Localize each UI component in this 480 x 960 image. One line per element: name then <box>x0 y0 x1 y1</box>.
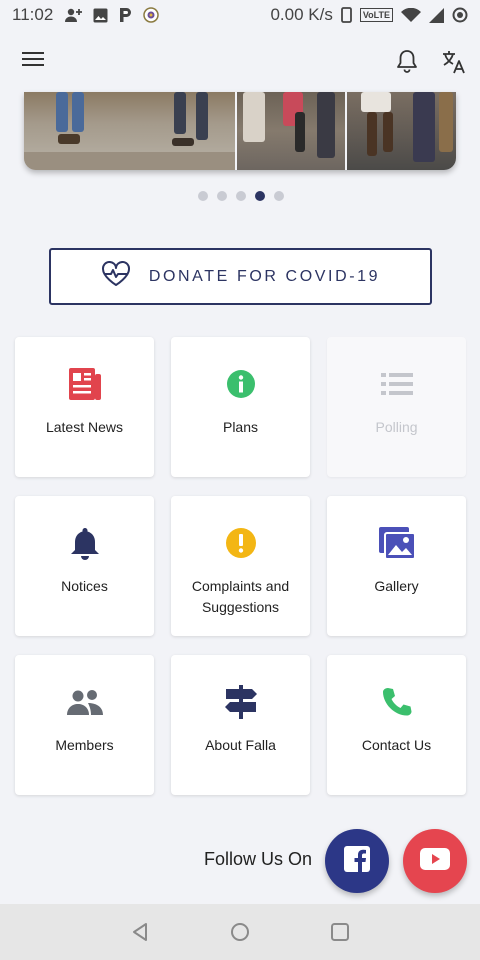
tile-notices[interactable]: Notices <box>15 496 154 636</box>
app-bar <box>0 40 480 84</box>
system-nav-bar <box>0 904 480 960</box>
bell-icon[interactable] <box>395 48 419 74</box>
tile-latest-news[interactable]: Latest News <box>15 337 154 477</box>
youtube-icon <box>420 847 450 875</box>
banner-photo-1 <box>24 92 236 170</box>
tile-label: Gallery <box>374 578 419 594</box>
wifi-icon <box>401 7 421 23</box>
tile-label: Contact Us <box>361 737 432 753</box>
tile-label: Plans <box>222 419 259 435</box>
donate-button[interactable]: DONATE FOR COVID-19 <box>49 248 432 305</box>
youtube-button[interactable] <box>403 829 467 893</box>
status-bar: 11:02 0.00 K/s VoLTE <box>0 0 480 30</box>
donate-label: DONATE FOR COVID-19 <box>148 267 381 285</box>
tile-about-falla[interactable]: About Falla <box>171 655 310 795</box>
tile-polling[interactable]: Polling <box>327 337 466 477</box>
home-icon[interactable] <box>229 921 251 943</box>
tile-gallery[interactable]: Gallery <box>327 496 466 636</box>
badge-icon <box>143 7 160 23</box>
people-icon <box>66 683 104 721</box>
heart-pulse-icon <box>101 261 131 292</box>
carousel-indicator <box>198 191 284 201</box>
image-icon <box>93 8 108 23</box>
carousel-dot[interactable] <box>198 191 208 201</box>
person-add-icon <box>65 7 83 23</box>
list-icon <box>380 365 414 403</box>
tile-label: Complaints and Suggestions <box>191 578 290 615</box>
banner-photo-3 <box>346 92 456 170</box>
carousel-dot[interactable] <box>217 191 227 201</box>
tile-members[interactable]: Members <box>15 655 154 795</box>
record-icon <box>452 7 468 23</box>
p-icon <box>118 7 133 23</box>
tile-plans[interactable]: Plans <box>171 337 310 477</box>
phone-icon <box>381 683 413 721</box>
facebook-button[interactable] <box>325 829 389 893</box>
phone-icon <box>340 7 352 23</box>
tile-label: Members <box>55 737 114 753</box>
carousel-dot[interactable] <box>274 191 284 201</box>
tile-label: Latest News <box>45 419 124 435</box>
newspaper-icon <box>67 365 103 403</box>
volte-icon: VoLTE <box>359 8 393 22</box>
carousel-dot[interactable] <box>236 191 246 201</box>
tile-contact-us[interactable]: Contact Us <box>327 655 466 795</box>
image-gallery-icon <box>378 524 416 562</box>
facebook-icon <box>344 845 370 877</box>
banner-photo-2 <box>237 92 345 170</box>
tile-label: About Falla <box>205 737 276 753</box>
translate-icon[interactable] <box>440 48 468 76</box>
signpost-icon <box>223 683 259 721</box>
follow-us-label: Follow Us On <box>204 849 313 869</box>
tile-label: Polling <box>375 419 418 435</box>
tile-label: Notices <box>61 578 108 594</box>
banner-carousel[interactable] <box>24 92 456 170</box>
status-time: 11:02 <box>12 5 54 24</box>
hamburger-menu-icon[interactable] <box>22 52 44 70</box>
signal-icon <box>429 7 444 23</box>
recents-icon[interactable] <box>329 921 351 943</box>
back-icon[interactable] <box>129 921 151 943</box>
tile-complaints-suggestions[interactable]: Complaints and Suggestions <box>171 496 310 636</box>
bell-icon <box>69 524 101 562</box>
network-speed: 0.00 K/s <box>270 5 333 24</box>
alert-icon <box>225 524 257 562</box>
info-icon <box>226 365 256 403</box>
carousel-dot-active[interactable] <box>255 191 265 201</box>
